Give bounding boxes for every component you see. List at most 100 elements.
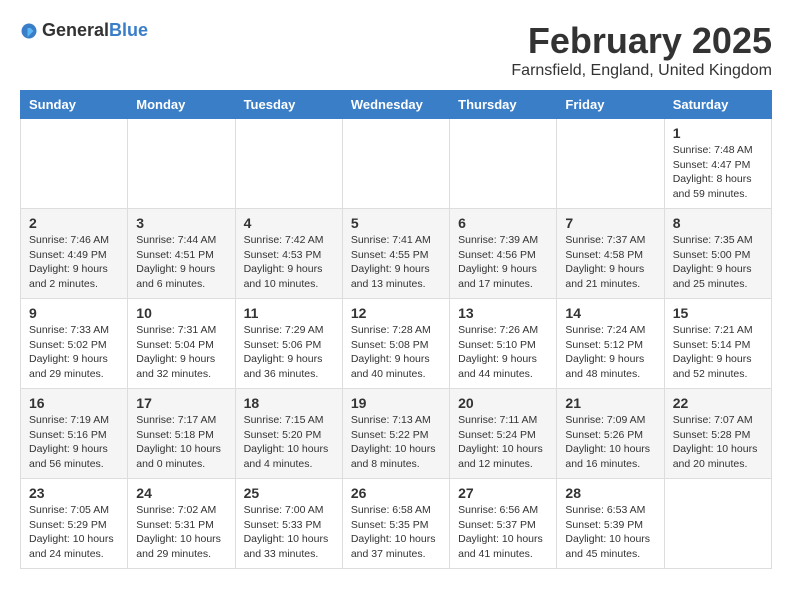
day-number: 3: [136, 215, 226, 231]
day-number: 8: [673, 215, 763, 231]
calendar-cell: 1 Sunrise: 7:48 AM Sunset: 4:47 PM Daylig…: [664, 119, 771, 209]
weekday-header-monday: Monday: [128, 91, 235, 119]
calendar-cell: 14 Sunrise: 7:24 AM Sunset: 5:12 PM Dayli…: [557, 299, 664, 389]
calendar-cell: 24Sunrise: 7:02 AM Sunset: 5:31 PM Dayli…: [128, 479, 235, 569]
day-info: Sunrise: 7:29 AM Sunset: 5:06 PM Dayligh…: [244, 323, 334, 382]
day-info: Sunrise: 7:11 AM Sunset: 5:24 PM Dayligh…: [458, 413, 548, 472]
day-number: 22: [673, 395, 763, 411]
day-info: Sunrise: 7:21 AM Sunset: 5:14 PM Dayligh…: [673, 323, 763, 382]
calendar-cell: 20 Sunrise: 7:11 AM Sunset: 5:24 PM Dayli…: [450, 389, 557, 479]
weekday-header-friday: Friday: [557, 91, 664, 119]
calendar-cell: [664, 479, 771, 569]
day-info: Sunrise: 6:58 AM Sunset: 5:35 PM Dayligh…: [351, 503, 441, 562]
calendar-cell: 5Sunrise: 7:41 AM Sunset: 4:55 PM Daylig…: [342, 209, 449, 299]
day-info: Sunrise: 7:28 AM Sunset: 5:08 PM Dayligh…: [351, 323, 441, 382]
day-info: Sunrise: 7:44 AM Sunset: 4:51 PM Dayligh…: [136, 233, 226, 292]
weekday-header-wednesday: Wednesday: [342, 91, 449, 119]
day-number: 26: [351, 485, 441, 501]
calendar-cell: 10 Sunrise: 7:31 AM Sunset: 5:04 PM Dayli…: [128, 299, 235, 389]
weekday-header-thursday: Thursday: [450, 91, 557, 119]
day-number: 18: [244, 395, 334, 411]
day-info: Sunrise: 7:26 AM Sunset: 5:10 PM Dayligh…: [458, 323, 548, 382]
day-number: 9: [29, 305, 119, 321]
day-number: 14: [565, 305, 655, 321]
day-number: 12: [351, 305, 441, 321]
day-number: 19: [351, 395, 441, 411]
calendar-cell: 7Sunrise: 7:37 AM Sunset: 4:58 PM Daylig…: [557, 209, 664, 299]
day-info: Sunrise: 7:24 AM Sunset: 5:12 PM Dayligh…: [565, 323, 655, 382]
day-number: 4: [244, 215, 334, 231]
logo-icon: [20, 22, 38, 40]
day-number: 1: [673, 125, 763, 141]
calendar-cell: 25 Sunrise: 7:00 AM Sunset: 5:33 PM Dayli…: [235, 479, 342, 569]
day-info: Sunrise: 7:31 AM Sunset: 5:04 PM Dayligh…: [136, 323, 226, 382]
day-info: Sunrise: 7:17 AM Sunset: 5:18 PM Dayligh…: [136, 413, 226, 472]
calendar-header: SundayMondayTuesdayWednesdayThursdayFrid…: [21, 91, 772, 119]
calendar-cell: [235, 119, 342, 209]
weekday-header-row: SundayMondayTuesdayWednesdayThursdayFrid…: [21, 91, 772, 119]
calendar-table: SundayMondayTuesdayWednesdayThursdayFrid…: [20, 90, 772, 569]
calendar-cell: [128, 119, 235, 209]
day-info: Sunrise: 7:05 AM Sunset: 5:29 PM Dayligh…: [29, 503, 119, 562]
calendar-cell: 22 Sunrise: 7:07 AM Sunset: 5:28 PM Dayli…: [664, 389, 771, 479]
title-area: February 2025 Farnsfield, England, Unite…: [511, 20, 772, 80]
header: GeneralBlue February 2025 Farnsfield, En…: [20, 20, 772, 80]
week-row-4: 16 Sunrise: 7:19 AM Sunset: 5:16 PM Dayli…: [21, 389, 772, 479]
week-row-5: 23 Sunrise: 7:05 AM Sunset: 5:29 PM Dayli…: [21, 479, 772, 569]
day-info: Sunrise: 7:02 AM Sunset: 5:31 PM Dayligh…: [136, 503, 226, 562]
day-number: 16: [29, 395, 119, 411]
day-info: Sunrise: 7:09 AM Sunset: 5:26 PM Dayligh…: [565, 413, 655, 472]
day-number: 23: [29, 485, 119, 501]
day-number: 27: [458, 485, 548, 501]
day-number: 10: [136, 305, 226, 321]
calendar-cell: 11 Sunrise: 7:29 AM Sunset: 5:06 PM Dayli…: [235, 299, 342, 389]
calendar-cell: 15 Sunrise: 7:21 AM Sunset: 5:14 PM Dayli…: [664, 299, 771, 389]
day-info: Sunrise: 7:46 AM Sunset: 4:49 PM Dayligh…: [29, 233, 119, 292]
calendar-cell: [450, 119, 557, 209]
day-info: Sunrise: 7:15 AM Sunset: 5:20 PM Dayligh…: [244, 413, 334, 472]
day-number: 11: [244, 305, 334, 321]
day-info: Sunrise: 7:37 AM Sunset: 4:58 PM Dayligh…: [565, 233, 655, 292]
calendar-cell: 13Sunrise: 7:26 AM Sunset: 5:10 PM Dayli…: [450, 299, 557, 389]
day-info: Sunrise: 7:19 AM Sunset: 5:16 PM Dayligh…: [29, 413, 119, 472]
day-info: Sunrise: 7:42 AM Sunset: 4:53 PM Dayligh…: [244, 233, 334, 292]
day-info: Sunrise: 7:33 AM Sunset: 5:02 PM Dayligh…: [29, 323, 119, 382]
calendar-cell: 2 Sunrise: 7:46 AM Sunset: 4:49 PM Daylig…: [21, 209, 128, 299]
weekday-header-saturday: Saturday: [664, 91, 771, 119]
calendar-body: 1 Sunrise: 7:48 AM Sunset: 4:47 PM Daylig…: [21, 119, 772, 569]
calendar-cell: 28Sunrise: 6:53 AM Sunset: 5:39 PM Dayli…: [557, 479, 664, 569]
day-number: 15: [673, 305, 763, 321]
day-info: Sunrise: 7:13 AM Sunset: 5:22 PM Dayligh…: [351, 413, 441, 472]
day-number: 2: [29, 215, 119, 231]
calendar-cell: 26 Sunrise: 6:58 AM Sunset: 5:35 PM Dayli…: [342, 479, 449, 569]
day-info: Sunrise: 7:48 AM Sunset: 4:47 PM Dayligh…: [673, 143, 763, 202]
calendar-cell: 12 Sunrise: 7:28 AM Sunset: 5:08 PM Dayli…: [342, 299, 449, 389]
calendar-cell: 19 Sunrise: 7:13 AM Sunset: 5:22 PM Dayli…: [342, 389, 449, 479]
calendar-cell: [557, 119, 664, 209]
calendar-cell: 27 Sunrise: 6:56 AM Sunset: 5:37 PM Dayli…: [450, 479, 557, 569]
calendar-cell: 17 Sunrise: 7:17 AM Sunset: 5:18 PM Dayli…: [128, 389, 235, 479]
calendar-cell: 23 Sunrise: 7:05 AM Sunset: 5:29 PM Dayli…: [21, 479, 128, 569]
week-row-1: 1 Sunrise: 7:48 AM Sunset: 4:47 PM Daylig…: [21, 119, 772, 209]
calendar-cell: 3 Sunrise: 7:44 AM Sunset: 4:51 PM Daylig…: [128, 209, 235, 299]
calendar-subtitle: Farnsfield, England, United Kingdom: [511, 62, 772, 80]
day-info: Sunrise: 6:56 AM Sunset: 5:37 PM Dayligh…: [458, 503, 548, 562]
calendar-cell: 18 Sunrise: 7:15 AM Sunset: 5:20 PM Dayli…: [235, 389, 342, 479]
logo-general-text: General: [42, 20, 109, 40]
day-number: 28: [565, 485, 655, 501]
calendar-cell: [21, 119, 128, 209]
calendar-cell: 16 Sunrise: 7:19 AM Sunset: 5:16 PM Dayli…: [21, 389, 128, 479]
day-info: Sunrise: 7:07 AM Sunset: 5:28 PM Dayligh…: [673, 413, 763, 472]
calendar-cell: [342, 119, 449, 209]
calendar-cell: 8 Sunrise: 7:35 AM Sunset: 5:00 PM Daylig…: [664, 209, 771, 299]
week-row-2: 2 Sunrise: 7:46 AM Sunset: 4:49 PM Daylig…: [21, 209, 772, 299]
day-number: 17: [136, 395, 226, 411]
logo: GeneralBlue: [20, 20, 148, 41]
day-info: Sunrise: 7:00 AM Sunset: 5:33 PM Dayligh…: [244, 503, 334, 562]
day-number: 20: [458, 395, 548, 411]
logo-blue-text: Blue: [109, 20, 148, 40]
day-number: 25: [244, 485, 334, 501]
week-row-3: 9 Sunrise: 7:33 AM Sunset: 5:02 PM Daylig…: [21, 299, 772, 389]
day-info: Sunrise: 7:41 AM Sunset: 4:55 PM Dayligh…: [351, 233, 441, 292]
day-info: Sunrise: 7:35 AM Sunset: 5:00 PM Dayligh…: [673, 233, 763, 292]
